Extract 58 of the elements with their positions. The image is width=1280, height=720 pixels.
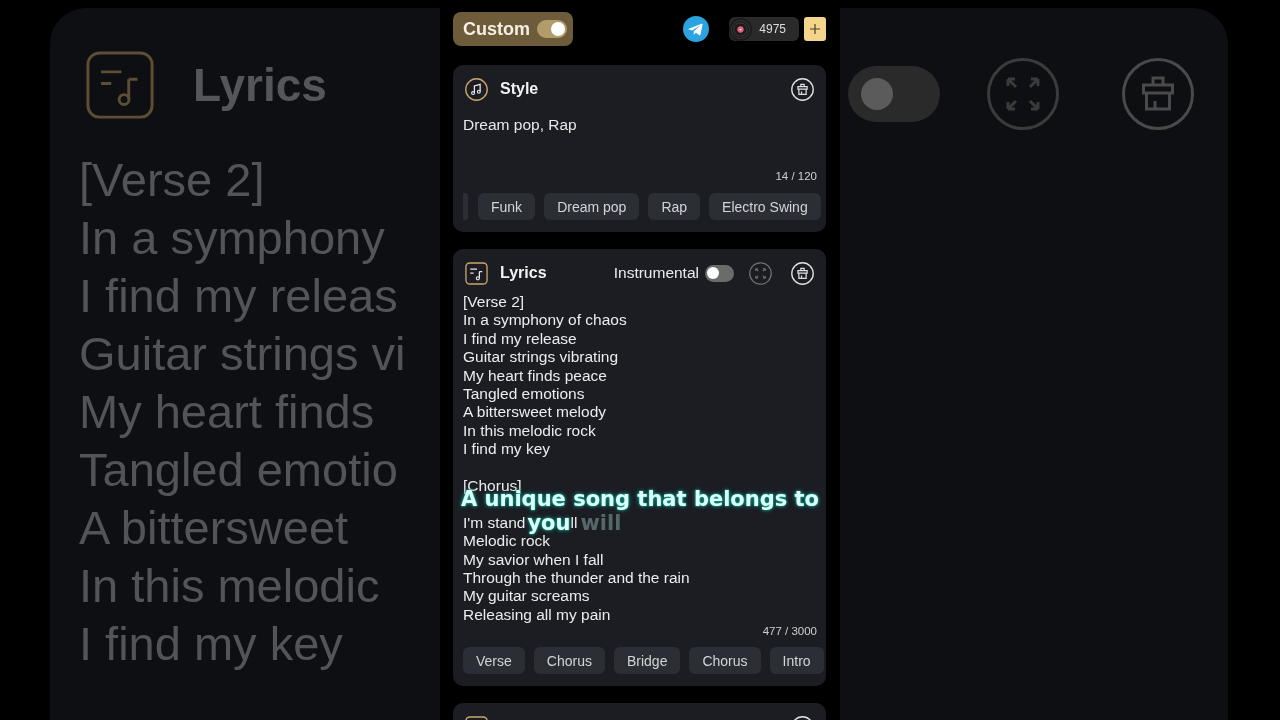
tag-chip[interactable]: Intro [769, 647, 824, 675]
lyric-fragment: I'm stand [463, 513, 526, 533]
note-list-icon [465, 261, 488, 285]
tag-chip[interactable]: Rap [648, 193, 701, 220]
card-title: Lyrics [500, 264, 547, 282]
mode-label: Custom [463, 18, 530, 40]
tag-chip[interactable]: Dream pop [544, 193, 640, 220]
lyric-line: Guitar strings vi [79, 326, 406, 382]
lyric-line: Guitar strings vibrating [463, 348, 619, 367]
expand-icon [987, 58, 1059, 130]
lyric-line: I find my key [463, 440, 550, 459]
lyric-line: A bittersweet melody [463, 403, 606, 422]
music-note-icon [465, 77, 488, 101]
lyric-line: Through the thunder and the rain [463, 569, 690, 588]
paper-plane-icon[interactable] [683, 16, 710, 42]
lyric-line: In this melodic rock [463, 421, 596, 441]
lyric-line: In a symphony [79, 210, 385, 266]
tag-chip[interactable]: Funk [478, 193, 536, 220]
instrumental-label: Instrumental [613, 264, 699, 282]
lyric-line: My heart finds [79, 384, 375, 440]
credits-count: 4975 [759, 22, 786, 36]
lyric-line: I find my release [463, 329, 577, 349]
lyric-line: [Verse 2] [463, 293, 525, 312]
lyric-line: A bittersweet [79, 500, 349, 556]
lyric-line: I find my releas [79, 268, 398, 324]
char-counter: 14 / 120 [774, 169, 817, 183]
lyric-fragment: ll [570, 513, 578, 533]
custom-toggle[interactable] [537, 20, 567, 38]
lyric-line: Tangled emotio [79, 442, 398, 498]
tag-chip[interactable]: Chorus [689, 647, 761, 675]
lyric-line: My guitar screams [463, 587, 590, 606]
plus-icon [810, 24, 820, 34]
caption-word: will [580, 513, 622, 533]
card-title: Style [500, 80, 539, 98]
caption-word: you [527, 513, 571, 533]
lyric-line: In a symphony of chaos [463, 311, 627, 330]
tag-chip[interactable]: Chorus [533, 647, 605, 675]
lyric-line: Releasing all my pain [463, 605, 611, 625]
lyric-line: My heart finds peace [463, 366, 607, 386]
lyric-line: [Verse 2] [79, 152, 265, 208]
char-counter: 477 / 3000 [761, 624, 817, 639]
toolbox-icon[interactable] [791, 261, 814, 285]
add-credits-button[interactable] [804, 17, 826, 41]
tag-chip[interactable]: Bridge [613, 647, 681, 675]
expand-icon[interactable] [749, 261, 772, 285]
lyric-line: I find my key [79, 616, 343, 672]
lyric-line: My savior when I fall [463, 550, 604, 570]
vinyl-disc-icon [729, 17, 753, 41]
card-title: Lyrics [193, 58, 327, 112]
toolbox-icon [1122, 58, 1194, 130]
lyric-line: Tangled emotions [463, 385, 585, 404]
lyric-line: In this melodic [79, 558, 380, 614]
instrumental-toggle[interactable] [705, 264, 734, 282]
tag-chip[interactable]: Electro Swing [709, 193, 821, 220]
style-field[interactable]: Dream pop, Rap [463, 115, 817, 169]
note-list-icon [85, 50, 155, 120]
toolbox-icon[interactable] [791, 77, 814, 101]
tag-chip[interactable]: Verse [463, 647, 525, 675]
